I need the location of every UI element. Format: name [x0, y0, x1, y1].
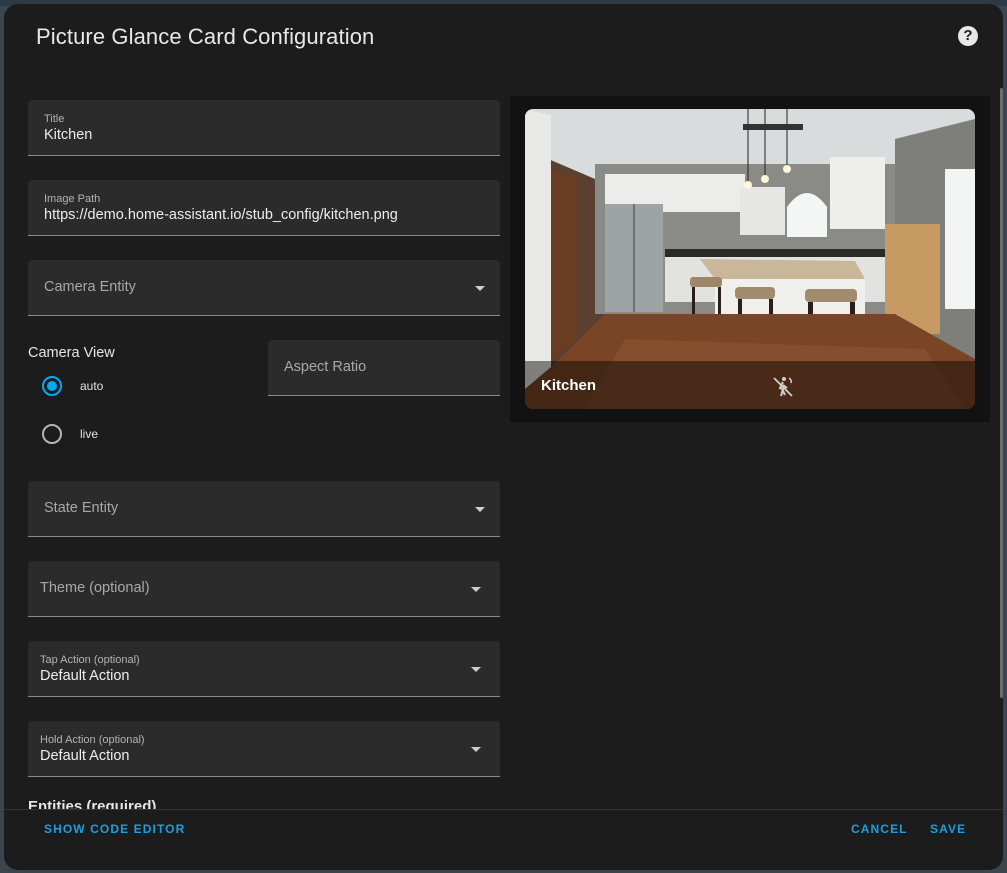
theme-select[interactable]: Theme (optional) — [28, 561, 500, 617]
card-config-dialog: Picture Glance Card Configuration ? Titl… — [4, 4, 1003, 870]
title-field-label: Title — [44, 113, 65, 125]
radio-unselected-icon[interactable] — [42, 424, 62, 444]
chevron-down-icon — [471, 747, 481, 752]
camera-entity-select[interactable]: Camera Entity — [28, 260, 500, 316]
card-title: Kitchen — [541, 377, 597, 394]
radio-label-auto: auto — [80, 379, 104, 393]
state-entity-placeholder: State Entity — [44, 500, 119, 516]
motion-sensor-off-icon[interactable] — [771, 375, 795, 399]
radio-selected-icon[interactable] — [42, 376, 62, 396]
theme-placeholder: Theme (optional) — [40, 580, 150, 596]
picture-glance-card[interactable]: Kitchen — [525, 109, 975, 409]
hold-action-value: Default Action — [40, 748, 130, 764]
card-preview-panel: Kitchen — [510, 96, 990, 422]
dialog-title: Picture Glance Card Configuration — [36, 24, 375, 49]
card-footer: Kitchen — [525, 361, 975, 409]
chevron-down-icon — [475, 507, 485, 512]
title-field-value: Kitchen — [44, 127, 93, 143]
image-path-label: Image Path — [44, 193, 101, 205]
radio-label-live: live — [80, 427, 99, 441]
hold-action-select[interactable]: Hold Action (optional) Default Action — [28, 721, 500, 777]
cancel-button[interactable]: Cancel — [851, 822, 908, 836]
save-button[interactable]: Save — [930, 822, 966, 836]
chevron-down-icon — [471, 667, 481, 672]
chevron-down-icon — [475, 286, 485, 291]
help-icon[interactable]: ? — [958, 26, 978, 46]
tap-action-select[interactable]: Tap Action (optional) Default Action — [28, 641, 500, 697]
title-field[interactable]: Title Kitchen — [28, 100, 500, 156]
camera-view-label: Camera View — [28, 345, 115, 361]
aspect-ratio-placeholder: Aspect Ratio — [284, 359, 367, 375]
camera-entity-placeholder: Camera Entity — [44, 279, 136, 295]
show-code-editor-button[interactable]: Show Code Editor — [44, 822, 185, 836]
dialog-content: Title Kitchen Image Path https://demo.ho… — [4, 68, 1003, 810]
hold-action-label: Hold Action (optional) — [40, 734, 145, 746]
scrollbar[interactable] — [1000, 88, 1003, 698]
image-path-value: https://demo.home-assistant.io/stub_conf… — [44, 207, 398, 223]
tap-action-label: Tap Action (optional) — [40, 654, 140, 666]
chevron-down-icon — [471, 587, 481, 592]
aspect-ratio-field[interactable]: Aspect Ratio — [268, 340, 500, 396]
tap-action-value: Default Action — [40, 668, 130, 684]
state-entity-select[interactable]: State Entity — [28, 481, 500, 537]
footer-divider — [4, 809, 1003, 810]
image-path-field[interactable]: Image Path https://demo.home-assistant.i… — [28, 180, 500, 236]
